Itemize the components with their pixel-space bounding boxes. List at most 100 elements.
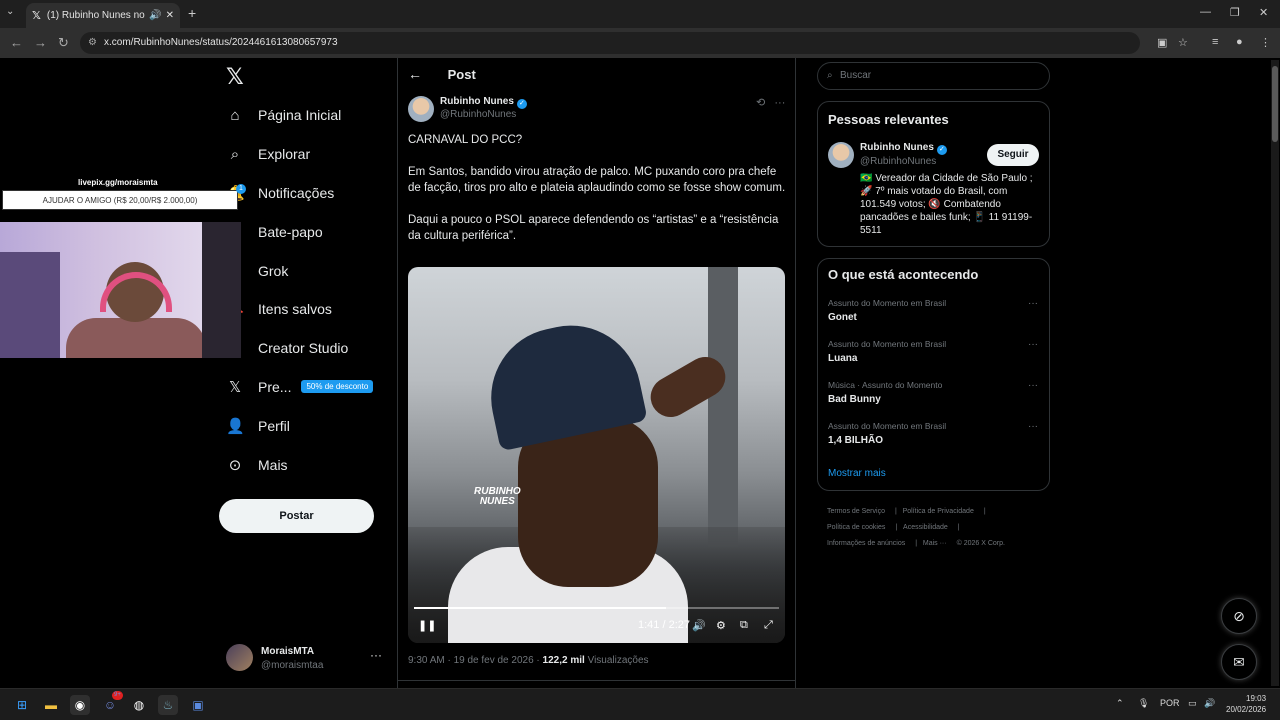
steam-icon[interactable]: ♨ [158,695,178,715]
forward-icon[interactable]: → [34,35,47,50]
footer-link[interactable]: Mais ··· [923,540,947,547]
post-timestamp[interactable]: 9:30 AM · 19 de fev de 2026 · [408,655,543,666]
post-paragraph: Em Santos, bandido virou atração de palc… [408,166,786,194]
back-arrow-icon[interactable]: ← [408,66,422,82]
footer-link[interactable]: Acessibilidade [903,524,948,531]
settings-icon[interactable]: ⚙ [716,619,726,632]
pip-icon[interactable]: ⧉ [740,619,748,632]
windows-taskbar: ⊞ ▬ ◉ ☺ 9+ ◍ ♨ ▣ ⌃ 🎙 POR ▭ 🔊 19:03 20/02/… [0,688,1280,720]
footer-link[interactable]: Política de cookies [827,524,885,531]
file-explorer-icon[interactable]: ▬ [41,695,61,715]
nav-item-bookmarks[interactable]: 🔖 Itens salvos [218,290,398,329]
footer-link[interactable]: Informações de anúncios [827,540,905,547]
grok-explain-icon[interactable]: ⟲ [756,97,765,109]
scrollbar-thumb[interactable] [1272,66,1278,142]
language-indicator[interactable]: POR [1160,698,1180,708]
column-divider [397,58,398,688]
nav-item-explore[interactable]: ⌕ Explorar [218,135,398,174]
browser-tab[interactable]: 𝕏 (1) Rubinho Nunes no X: "C 🔊 ✕ [26,3,180,28]
avatar[interactable] [828,142,854,168]
minimize-icon[interactable]: — [1200,6,1211,18]
nav-item-premium[interactable]: 𝕏 Pre... 50% de desconto [218,368,398,407]
nav-item-grok[interactable]: ◩ Grok [218,251,398,290]
restore-icon[interactable]: ❐ [1230,6,1240,19]
site-info-icon[interactable]: ⚙ [88,32,97,54]
account-handle: @moraismtaa [261,660,324,671]
search-input[interactable]: ⌕ Buscar [817,62,1050,90]
profile-icon[interactable]: ● [1236,36,1243,48]
chrome-icon[interactable]: ◉ [70,695,90,715]
more-dots-icon[interactable]: ··· [1028,421,1038,432]
speaker-icon[interactable]: 🔊 [149,10,161,21]
nav-item-chat[interactable]: ✉ Bate-papo [218,212,398,251]
video-player[interactable]: RUBINHO NUNES ❚❚ 1:41 / 2:27 🔊 ⚙ ⧉ ⤢ [408,267,785,643]
menu-icon[interactable]: ⋮ [1260,36,1271,49]
video-progress-bar[interactable] [414,607,779,609]
nav-item-home[interactable]: ⌂ Página Inicial [218,96,398,135]
pause-icon[interactable]: ❚❚ [418,619,436,632]
messages-fab-icon[interactable]: ✉ [1221,644,1257,680]
new-tab-icon[interactable]: + [188,5,196,21]
microphone-icon[interactable]: 🎙 [1138,698,1149,709]
verified-icon: ✓ [516,99,527,109]
app-icon[interactable]: ◍ [129,695,149,715]
fullscreen-icon[interactable]: ⤢ [764,619,773,632]
more-dots-icon[interactable]: ··· [1028,298,1038,309]
more-dots-icon[interactable]: ··· [1028,380,1038,391]
back-icon[interactable]: ← [10,35,23,50]
grok-fab-icon[interactable]: ⊘ [1221,598,1257,634]
footer-link[interactable]: Termos de Serviço [827,508,885,515]
close-icon[interactable]: ✕ [166,10,174,21]
discord-badge: 9+ [112,691,123,700]
author-name[interactable]: Rubinho Nunes ✓ [440,96,527,109]
trend-name: 1,4 BILHÃO [828,435,884,446]
trend-name: Luana [828,353,858,364]
x-logo-icon[interactable]: 𝕏 [226,64,244,90]
relevant-handle[interactable]: @RubinhoNunes [860,156,936,167]
author-handle[interactable]: @RubinhoNunes [440,109,516,120]
url-field[interactable]: ⚙ x.com/RubinhoNunes/status/202446161308… [80,32,1140,54]
scrollbar[interactable] [1271,60,1279,686]
trend-item[interactable]: Música · Assunto do Momento Bad Bunny ··… [828,380,1038,405]
cast-icon[interactable]: ▣ [1157,36,1167,49]
app-icon[interactable]: ▣ [188,695,208,715]
nav-item-more[interactable]: ⊙ Mais [218,445,398,484]
trend-category: Assunto do Momento em Brasil [828,339,947,349]
volume-icon[interactable]: 🔊 [692,619,706,632]
post-button[interactable]: Postar [219,499,374,533]
trend-item[interactable]: Assunto do Momento em Brasil 1,4 BILHÃO … [828,421,1038,446]
volume-icon[interactable]: 🔊 [1204,698,1215,709]
nav-item-creator-studio[interactable]: ▥ Creator Studio [218,329,398,368]
trend-item[interactable]: Assunto do Momento em Brasil Luana ··· [828,339,1038,364]
discord-icon[interactable]: ☺ 9+ [100,691,123,715]
author-avatar[interactable] [408,96,434,122]
trend-name: Bad Bunny [828,394,881,405]
windows-start-icon[interactable]: ⊞ [12,695,32,715]
bookmark-star-icon[interactable]: ☆ [1178,36,1188,49]
tab-search-icon[interactable]: ⌄ [6,6,14,17]
follow-button[interactable]: Seguir [987,144,1039,166]
nav-label: Pre... [258,378,292,395]
nav-item-profile[interactable]: 👤 Perfil [218,406,398,445]
show-more-link[interactable]: Mostrar mais [828,468,886,479]
taskbar-clock[interactable]: 19:03 20/02/2026 [1226,693,1266,715]
tray-chevron-icon[interactable]: ⌃ [1116,698,1124,709]
home-icon: ⌂ [230,106,240,124]
account-switcher[interactable]: MoraisMTA @moraismtaa ··· [226,644,386,672]
donation-goal-bar: AJUDAR O AMIGO (R$ 20,00/R$ 2.000,00) [2,190,238,210]
media-icon[interactable]: ≡ [1212,36,1218,48]
trend-item[interactable]: Assunto do Momento em Brasil Gonet ··· [828,298,1038,323]
views-count: 122,2 mil [542,655,585,666]
notification-count-badge: 1 [236,184,246,194]
column-divider [795,58,796,688]
network-icon[interactable]: ▭ [1188,698,1197,709]
relevant-name[interactable]: Rubinho Nunes ✓ [860,142,947,155]
more-dots-icon[interactable]: ··· [774,97,785,109]
more-dots-icon[interactable]: ··· [1028,339,1038,350]
video-scene [708,267,738,547]
more-dots-icon[interactable]: ··· [370,648,382,662]
window-close-icon[interactable]: ✕ [1259,6,1268,19]
nav-item-notifications[interactable]: 🔔 Notificações [218,174,398,213]
reload-icon[interactable]: ↻ [58,35,69,51]
footer-link[interactable]: Política de Privacidade [903,508,974,515]
